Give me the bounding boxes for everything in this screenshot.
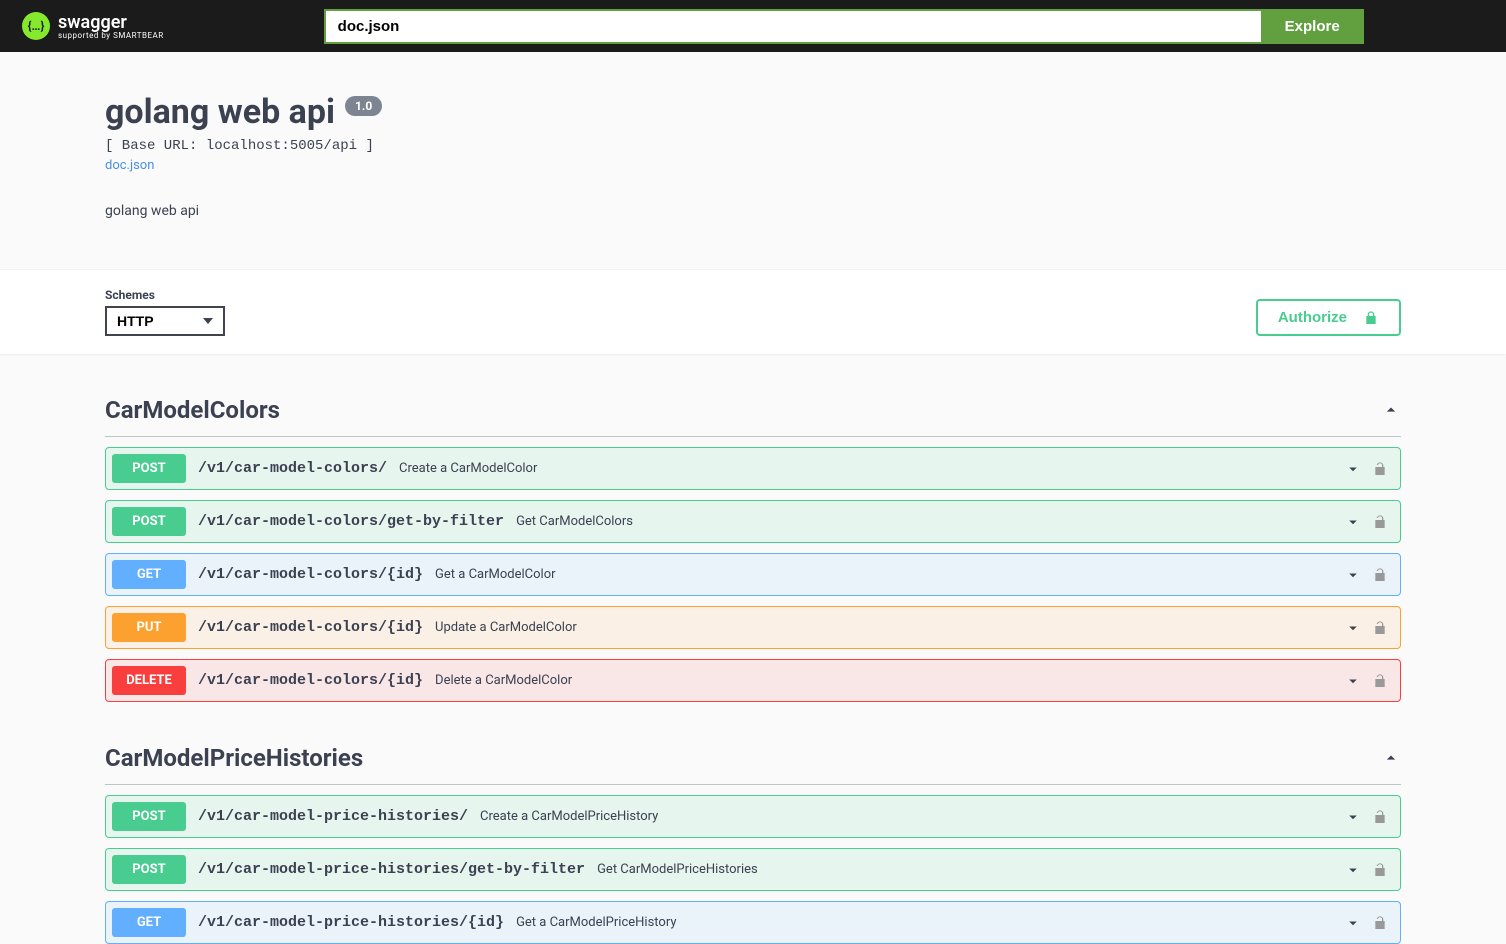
operation-actions: [1344, 672, 1388, 690]
api-description: golang web api: [105, 203, 1401, 219]
explore-button[interactable]: Explore: [1261, 9, 1364, 44]
unlock-icon[interactable]: [1372, 514, 1388, 530]
logo-subtext: supported by SMARTBEAR: [58, 31, 164, 40]
http-method-badge: POST: [112, 507, 186, 536]
operation-row[interactable]: PUT/v1/car-model-colors/{id} Update a Car…: [105, 606, 1401, 649]
schemes-label: Schemes: [105, 288, 225, 302]
endpoint-path: /v1/car-model-colors/{id}: [198, 672, 423, 689]
api-info: golang web api 1.0 [ Base URL: localhost…: [105, 52, 1401, 269]
endpoint-summary: Delete a CarModelColor: [435, 673, 572, 688]
operation-row[interactable]: POST/v1/car-model-price-histories/get-by…: [105, 848, 1401, 891]
chevron-down-icon: [1344, 861, 1362, 879]
chevron-down-icon: [1344, 460, 1362, 478]
tag-name: CarModelColors: [105, 396, 280, 424]
base-url: [ Base URL: localhost:5005/api ]: [105, 138, 1401, 154]
http-method-badge: PUT: [112, 613, 186, 642]
endpoint-summary: Update a CarModelColor: [435, 620, 577, 635]
chevron-down-icon: [1344, 619, 1362, 637]
tag-name: CarModelPriceHistories: [105, 744, 363, 772]
version-badge: 1.0: [345, 96, 382, 116]
url-bar: Explore: [324, 9, 1364, 44]
logo-text: swagger: [58, 12, 127, 33]
operation-actions: [1344, 808, 1388, 826]
unlock-icon[interactable]: [1372, 620, 1388, 636]
endpoint-summary: Create a CarModelPriceHistory: [480, 809, 658, 824]
operation-actions: [1344, 513, 1388, 531]
unlock-icon[interactable]: [1372, 915, 1388, 931]
endpoint-path: /v1/car-model-colors/: [198, 460, 387, 477]
tag-header[interactable]: CarModelPriceHistories: [105, 732, 1401, 785]
scheme-bar: Schemes HTTP Authorize: [0, 269, 1506, 354]
doc-json-link[interactable]: doc.json: [105, 158, 154, 173]
api-title: golang web api 1.0: [105, 92, 382, 132]
http-method-badge: POST: [112, 454, 186, 483]
http-method-badge: POST: [112, 802, 186, 831]
tag-section: CarModelColors POST/v1/car-model-colors/C…: [105, 384, 1401, 702]
lock-icon: [1363, 310, 1379, 326]
spec-url-input[interactable]: [324, 9, 1261, 44]
endpoint-path: /v1/car-model-price-histories/get-by-fil…: [198, 861, 585, 878]
tag-section: CarModelPriceHistories POST/v1/car-model-…: [105, 732, 1401, 944]
chevron-down-icon: [1344, 513, 1362, 531]
endpoint-summary: Get a CarModelColor: [435, 567, 555, 582]
endpoint-path: /v1/car-model-price-histories/{id}: [198, 914, 504, 931]
http-method-badge: POST: [112, 855, 186, 884]
chevron-down-icon: [1344, 914, 1362, 932]
http-method-badge: DELETE: [112, 666, 186, 695]
scheme-select[interactable]: HTTP: [105, 306, 225, 336]
http-method-badge: GET: [112, 908, 186, 937]
chevron-down-icon: [1344, 672, 1362, 690]
operation-row[interactable]: GET/v1/car-model-colors/{id} Get a CarMod…: [105, 553, 1401, 596]
chevron-up-icon: [1381, 400, 1401, 420]
endpoint-path: /v1/car-model-colors/{id}: [198, 619, 423, 636]
authorize-label: Authorize: [1278, 309, 1347, 326]
endpoint-summary: Get CarModelPriceHistories: [597, 862, 758, 877]
unlock-icon[interactable]: [1372, 461, 1388, 477]
authorize-button[interactable]: Authorize: [1256, 299, 1401, 336]
unlock-icon[interactable]: [1372, 809, 1388, 825]
chevron-up-icon: [1381, 748, 1401, 768]
operation-row[interactable]: POST/v1/car-model-price-histories/Create…: [105, 795, 1401, 838]
unlock-icon[interactable]: [1372, 567, 1388, 583]
operation-actions: [1344, 914, 1388, 932]
tag-header[interactable]: CarModelColors: [105, 384, 1401, 437]
chevron-down-icon: [1344, 808, 1362, 826]
operation-row[interactable]: POST/v1/car-model-colors/Create a CarMod…: [105, 447, 1401, 490]
operation-row[interactable]: POST/v1/car-model-colors/get-by-filter Ge…: [105, 500, 1401, 543]
operation-actions: [1344, 566, 1388, 584]
operation-actions: [1344, 619, 1388, 637]
chevron-down-icon: [1344, 566, 1362, 584]
operation-actions: [1344, 861, 1388, 879]
endpoint-path: /v1/car-model-colors/get-by-filter: [198, 513, 504, 530]
api-title-text: golang web api: [105, 92, 335, 132]
endpoint-summary: Create a CarModelColor: [399, 461, 537, 476]
http-method-badge: GET: [112, 560, 186, 589]
endpoint-summary: Get CarModelColors: [516, 514, 633, 529]
swagger-logo[interactable]: {…} swagger supported by SMARTBEAR: [22, 12, 164, 40]
operation-row[interactable]: GET/v1/car-model-price-histories/{id}Get…: [105, 901, 1401, 944]
endpoint-path: /v1/car-model-price-histories/: [198, 808, 468, 825]
schemes-block: Schemes HTTP: [105, 288, 225, 336]
operation-row[interactable]: DELETE/v1/car-model-colors/{id} Delete a …: [105, 659, 1401, 702]
swagger-logo-icon: {…}: [22, 12, 50, 40]
unlock-icon[interactable]: [1372, 862, 1388, 878]
unlock-icon[interactable]: [1372, 673, 1388, 689]
operation-actions: [1344, 460, 1388, 478]
endpoint-path: /v1/car-model-colors/{id}: [198, 566, 423, 583]
topbar: {…} swagger supported by SMARTBEAR Explo…: [0, 0, 1506, 52]
